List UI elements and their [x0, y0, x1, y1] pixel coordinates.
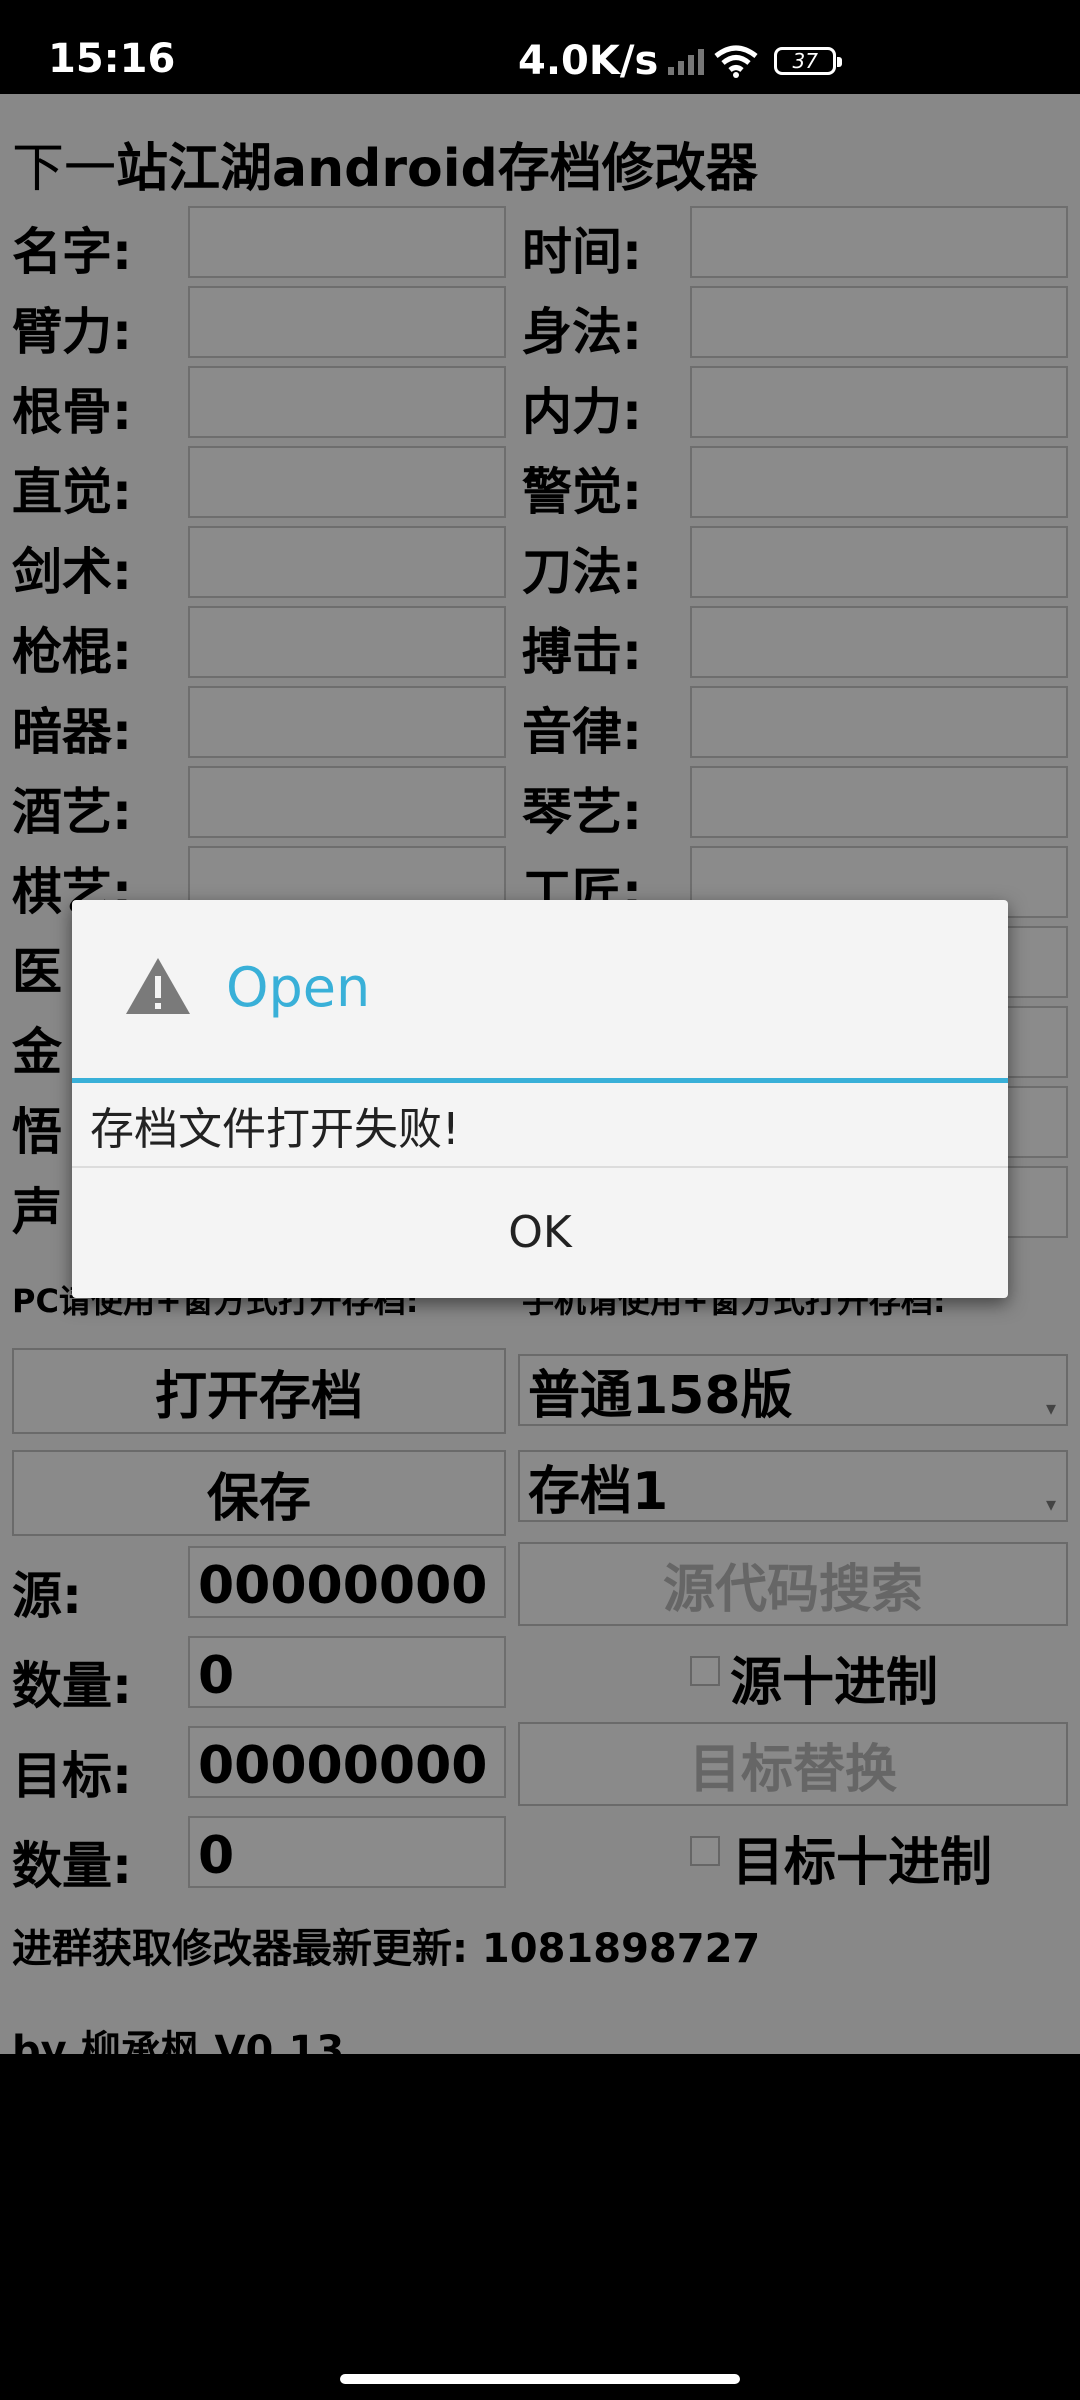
open-save-button[interactable]: 打开存档 — [12, 1348, 506, 1434]
input-alertness[interactable] — [690, 446, 1068, 518]
label-gold: 金 — [12, 1023, 62, 1081]
group-info: 进群获取修改器最新更新: 1081898727 — [12, 1926, 761, 1972]
label-intuition: 直觉: — [12, 463, 132, 521]
status-right: 4.0K/s 37 — [518, 36, 843, 86]
input-name[interactable] — [188, 206, 506, 278]
label-boxing: 搏击: — [522, 623, 642, 681]
dropdown-caret-icon: ▾ — [1045, 1396, 1056, 1420]
warning-icon — [126, 958, 190, 1014]
target-value: 00000000 — [198, 1736, 488, 1796]
label-target: 目标: — [12, 1747, 132, 1805]
label-source: 源: — [12, 1567, 82, 1625]
label-strength: 臂力: — [12, 303, 132, 361]
input-swordsmanship[interactable] — [188, 526, 506, 598]
dialog-title: Open — [226, 956, 371, 1019]
title-main: 站江湖android存档修改器 — [116, 139, 758, 199]
target-decimal-label: 目标十进制 — [732, 1833, 993, 1893]
input-qin[interactable] — [690, 766, 1068, 838]
slot-select[interactable]: 存档1 ▾ — [518, 1450, 1068, 1522]
count-1-input[interactable]: 0 — [188, 1636, 506, 1708]
input-spear[interactable] — [188, 606, 506, 678]
source-decimal-label: 源十进制 — [730, 1653, 939, 1713]
input-blade[interactable] — [690, 526, 1068, 598]
signal-icon — [668, 47, 705, 75]
label-swordsmanship: 剑术: — [12, 543, 132, 601]
label-qin: 琴艺: — [522, 783, 642, 841]
status-time: 15:16 — [48, 36, 176, 82]
dialog-message: 存档文件打开失败! — [90, 1104, 460, 1155]
input-inner-power[interactable] — [690, 366, 1068, 438]
label-wine: 酒艺: — [12, 783, 132, 841]
count-2-input[interactable]: 0 — [188, 1816, 506, 1888]
label-count-1: 数量: — [12, 1657, 132, 1715]
source-input[interactable]: 00000000 — [188, 1546, 506, 1618]
input-boxing[interactable] — [690, 606, 1068, 678]
label-insight: 悟 — [12, 1103, 62, 1161]
label-music: 音律: — [522, 703, 642, 761]
home-indicator[interactable] — [340, 2374, 740, 2384]
label-spear: 枪棍: — [12, 623, 132, 681]
source-decimal-checkbox[interactable] — [690, 1656, 720, 1686]
label-time: 时间: — [522, 223, 642, 281]
save-button[interactable]: 保存 — [12, 1450, 506, 1536]
label-agility: 身法: — [522, 303, 642, 361]
input-intuition[interactable] — [188, 446, 506, 518]
app-title: 下一站江湖android存档修改器 — [12, 126, 758, 201]
input-time[interactable] — [690, 206, 1068, 278]
label-medicine: 医 — [12, 943, 62, 1001]
label-inner-power: 内力: — [522, 383, 642, 441]
label-reputation: 声 — [12, 1183, 62, 1241]
target-decimal-checkbox[interactable] — [690, 1836, 720, 1866]
count-1-value: 0 — [198, 1646, 235, 1706]
input-music[interactable] — [690, 686, 1068, 758]
network-speed: 4.0K/s — [518, 38, 659, 84]
wifi-icon — [714, 45, 758, 78]
ok-button[interactable]: OK — [72, 1168, 1008, 1296]
source-value: 00000000 — [198, 1556, 488, 1616]
battery-icon: 37 — [774, 47, 843, 75]
dialog-header: Open — [72, 900, 1008, 1083]
input-strength[interactable] — [188, 286, 506, 358]
error-dialog: Open 存档文件打开失败! OK — [72, 900, 1008, 1298]
label-name: 名字: — [12, 223, 132, 281]
input-hidden-weapon[interactable] — [188, 686, 506, 758]
title-prefix: 下一 — [12, 139, 117, 199]
slot-select-value: 存档1 — [528, 1461, 669, 1522]
input-wine[interactable] — [188, 766, 506, 838]
target-input[interactable]: 00000000 — [188, 1726, 506, 1798]
version-select-value: 普通158版 — [528, 1365, 793, 1426]
label-hidden-weapon: 暗器: — [12, 703, 132, 761]
label-constitution: 根骨: — [12, 383, 132, 441]
label-blade: 刀法: — [522, 543, 642, 601]
author-version: by 柳承枫 V0.13 — [12, 2028, 345, 2074]
target-replace-button[interactable]: 目标替换 — [518, 1722, 1068, 1806]
label-count-2: 数量: — [12, 1837, 132, 1895]
input-constitution[interactable] — [188, 366, 506, 438]
dropdown-caret-icon: ▾ — [1045, 1492, 1056, 1516]
source-search-button[interactable]: 源代码搜索 — [518, 1542, 1068, 1626]
battery-level: 37 — [792, 49, 818, 73]
label-alertness: 警觉: — [522, 463, 642, 521]
version-select[interactable]: 普通158版 ▾ — [518, 1354, 1068, 1426]
input-agility[interactable] — [690, 286, 1068, 358]
status-bar: 15:16 4.0K/s 37 — [0, 0, 1080, 94]
count-2-value: 0 — [198, 1826, 235, 1886]
